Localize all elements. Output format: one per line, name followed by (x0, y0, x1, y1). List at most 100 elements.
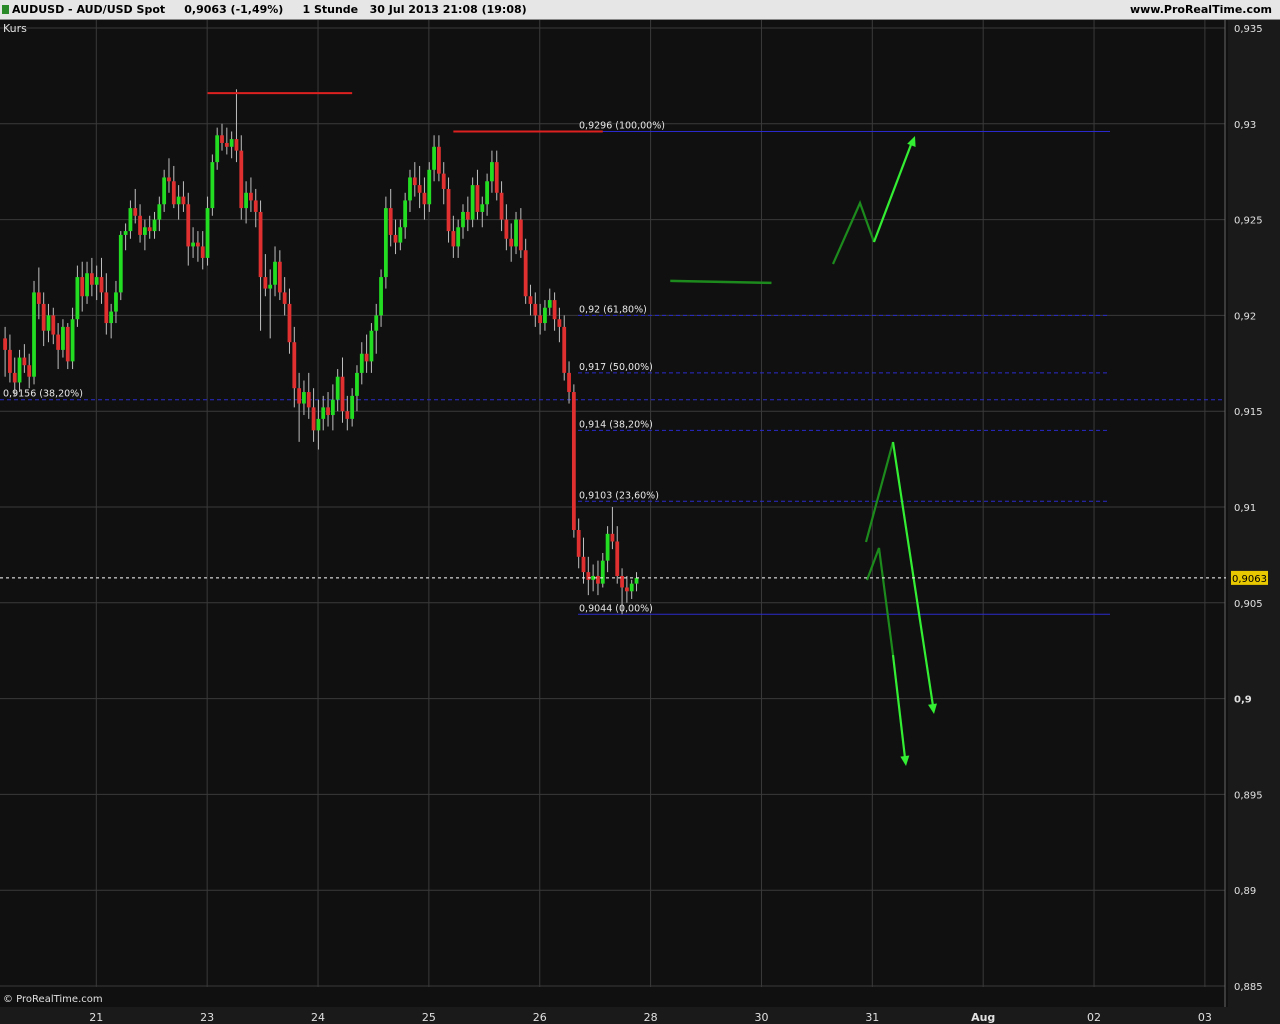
candle-body (576, 529, 581, 557)
candle-body (523, 250, 528, 297)
candle-body (581, 556, 586, 573)
x-tick-label: 30 (754, 1011, 768, 1024)
candle-body (629, 583, 634, 592)
candle-body (239, 150, 244, 209)
watermark: © ProRealTime.com (3, 994, 103, 1005)
plot-background (0, 20, 1280, 1024)
candle-body (490, 162, 494, 182)
candle-body (8, 349, 12, 373)
y-tick-label: 0,91 (1234, 503, 1256, 514)
candle-body (499, 192, 504, 220)
candle-body (369, 330, 374, 362)
candle-body (509, 238, 514, 247)
candle-body (383, 208, 388, 278)
candle-body (224, 142, 229, 147)
brand-link[interactable]: www.ProRealTime.com (1130, 3, 1272, 16)
current-price-label: 0,9063 (1232, 574, 1267, 585)
y-tick-label: 0,9 (1234, 695, 1252, 706)
candle-body (56, 334, 61, 350)
candle-body (451, 231, 456, 247)
candle-body (253, 200, 258, 212)
candle-body (277, 261, 282, 293)
candle-body (3, 338, 7, 350)
candle-body (89, 273, 94, 285)
candle-body (200, 246, 205, 258)
candle-body (61, 326, 65, 350)
candle-body (167, 177, 171, 182)
candle-body (316, 418, 321, 431)
y-tick-label: 0,89 (1234, 886, 1256, 897)
candle-body (249, 192, 253, 201)
candle-body (610, 533, 615, 542)
candle-body (422, 192, 427, 205)
candle-body (557, 319, 562, 327)
candle-body (114, 292, 118, 312)
candle-body (586, 572, 591, 580)
x-tick-label: 02 (1087, 1011, 1101, 1024)
candle-body (215, 135, 220, 163)
price-chart[interactable]: 0,935 0,93 0,925 0,92 0,915 0,91 0,905 0,9 0,895… (0, 20, 1280, 1024)
candle-body (142, 227, 147, 235)
y-tick-label: 0,895 (1234, 790, 1263, 801)
candle-body (470, 185, 475, 220)
candle-body (152, 219, 157, 232)
candle-body (302, 392, 306, 404)
x-tick-label: Aug (971, 1011, 995, 1024)
candle-body (32, 292, 36, 377)
y-tick-label: 0,92 (1234, 311, 1256, 322)
candle-body (85, 273, 89, 297)
candle-body (109, 311, 114, 324)
candle-body (94, 277, 99, 285)
candle-body (547, 300, 552, 308)
candle-body (99, 277, 104, 293)
candle-body (355, 372, 359, 396)
candle-body (282, 292, 287, 304)
candle-body (615, 541, 620, 576)
candle-body (600, 560, 605, 584)
candle-body (494, 162, 499, 193)
candle-body (504, 219, 509, 239)
candle-body (596, 575, 600, 584)
fib-level-label: 0,9103 (23,60%) (579, 490, 659, 501)
candle-body (518, 219, 523, 251)
instrument-icon (2, 5, 9, 14)
candle-body (321, 407, 326, 419)
candle-body (533, 303, 538, 316)
candle-body (485, 181, 489, 205)
candle-body (432, 146, 436, 170)
candle-body (417, 185, 422, 193)
y-tick-label: 0,935 (1234, 24, 1263, 35)
candle-body (27, 365, 32, 377)
candle-body (273, 261, 277, 285)
candle-body (292, 342, 297, 389)
candle-body (528, 296, 533, 304)
candle-body (229, 139, 234, 147)
candle-body (162, 177, 167, 205)
candle-body (446, 188, 451, 232)
candle-body (330, 399, 335, 416)
candle-body (186, 204, 191, 247)
candle-body (176, 196, 181, 205)
x-tick-label: 23 (200, 1011, 214, 1024)
y-tick-label: 0,885 (1234, 982, 1263, 993)
candle-body (403, 200, 408, 228)
candle-body (412, 177, 417, 186)
candle-body (36, 292, 41, 304)
fib-level-label: 0,9044 (0,00%) (579, 603, 653, 614)
candle-body (427, 169, 432, 205)
candle-body (441, 173, 446, 189)
candle-body (567, 372, 571, 393)
candle-body (22, 357, 27, 366)
candle-body (263, 277, 268, 289)
candle-body (408, 177, 412, 201)
candle-body (128, 208, 133, 232)
y-tick-label: 0,915 (1234, 407, 1263, 418)
candle-body (234, 139, 239, 151)
panel-label: Kurs (3, 22, 27, 35)
candle-body (379, 277, 383, 316)
candle-body (475, 185, 480, 212)
candle-body (268, 284, 273, 289)
fib-level-label: 0,9296 (100,00%) (579, 120, 665, 131)
candle-body (171, 181, 176, 205)
x-tick-label: 24 (311, 1011, 325, 1024)
